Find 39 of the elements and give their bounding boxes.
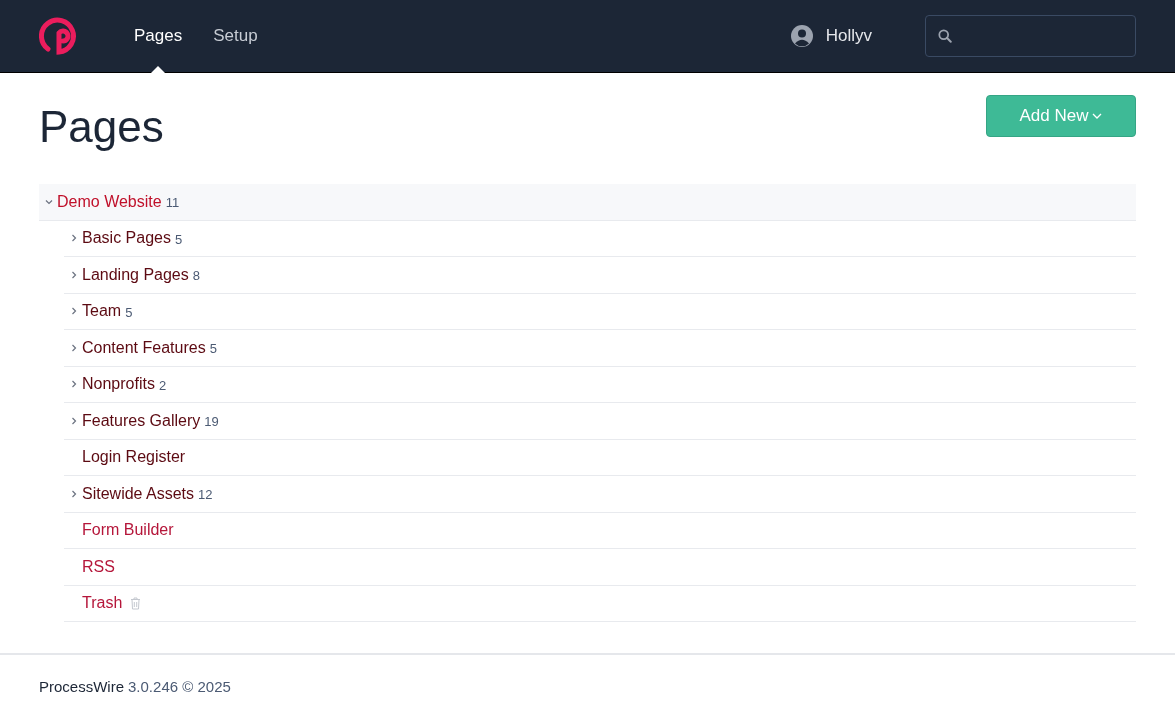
page-link[interactable]: Form Builder <box>82 518 174 543</box>
chevron-right-icon[interactable] <box>70 416 78 425</box>
user-avatar-icon <box>789 24 814 48</box>
footer-brand: ProcessWire <box>39 677 124 698</box>
chevron-right-icon[interactable] <box>70 234 78 243</box>
footer-version: 3.0.246 © 2025 <box>128 677 231 698</box>
chevron-down-icon[interactable] <box>45 197 53 206</box>
chevron-right-icon[interactable] <box>70 270 78 279</box>
page-link[interactable]: Features Gallery <box>82 408 201 433</box>
page-link[interactable]: Trash <box>82 591 123 616</box>
child-count: 11 <box>165 194 180 212</box>
child-count: 5 <box>209 340 217 358</box>
child-count: 2 <box>158 376 167 395</box>
search-field[interactable] <box>925 15 1136 57</box>
chevron-right-icon[interactable] <box>70 489 78 498</box>
search-icon <box>938 28 953 44</box>
child-count: 12 <box>198 486 213 504</box>
caret-icon <box>1092 113 1103 119</box>
child-count: 8 <box>192 267 200 285</box>
page-link[interactable]: RSS <box>82 554 115 579</box>
nav-tab[interactable]: Pages <box>134 0 183 72</box>
trash-icon <box>130 596 142 610</box>
page-link[interactable]: Basic Pages <box>82 226 171 251</box>
page-link[interactable]: Demo Website <box>57 189 162 214</box>
page-link[interactable]: Landing Pages <box>82 262 189 287</box>
chevron-right-icon[interactable] <box>70 343 78 352</box>
page-link[interactable]: Team <box>82 299 122 324</box>
child-count: 5 <box>125 303 133 322</box>
child-count: 5 <box>174 230 183 249</box>
nav-tab[interactable]: Setup <box>213 0 258 72</box>
chevron-right-icon[interactable] <box>70 380 78 389</box>
page-link[interactable]: Login Register <box>82 445 186 470</box>
page-link[interactable]: Content Features <box>82 335 206 360</box>
page-title: Pages <box>39 105 164 149</box>
page-link[interactable]: Sitewide Assets <box>82 481 195 506</box>
page-link[interactable]: Nonprofits <box>82 372 155 397</box>
chevron-right-icon[interactable] <box>70 307 78 316</box>
user-name[interactable]: Hollyv <box>825 23 872 49</box>
child-count: 19 <box>204 413 219 431</box>
